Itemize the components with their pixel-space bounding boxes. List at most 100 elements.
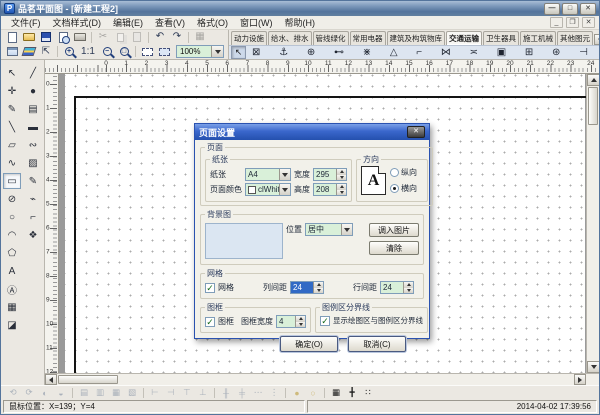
scroll-up-icon[interactable]	[587, 74, 600, 86]
elbow-symbol-icon[interactable]: ⌐	[416, 46, 422, 59]
page-color-select[interactable]: clWhit	[245, 183, 291, 196]
open-file-icon[interactable]	[21, 30, 37, 44]
pool-symbol-icon[interactable]: ⊠	[252, 46, 260, 59]
circle-slash-tool[interactable]: ⊘	[3, 191, 21, 207]
dropdown-arrow-icon[interactable]	[341, 224, 352, 235]
text-edit-tool[interactable]: Ⓐ	[3, 281, 21, 297]
frame-checkbox[interactable]: ✓	[205, 317, 215, 327]
zoom-extent-icon[interactable]: □	[116, 45, 132, 59]
hatch-tool[interactable]: ▤	[24, 101, 42, 117]
group-icon[interactable]: ▦	[109, 387, 123, 399]
pump-symbol-icon[interactable]: ⊛	[552, 46, 560, 59]
wave-line-tool[interactable]: ⌁	[24, 191, 42, 207]
curve-tool[interactable]: ∿	[3, 155, 21, 171]
tent-symbol-icon[interactable]: △	[390, 46, 398, 59]
tab-5[interactable]: 交通运输	[446, 31, 482, 45]
space-vertical-icon[interactable]: ⋮	[267, 387, 281, 399]
select-window-icon[interactable]	[139, 45, 155, 59]
reducer-symbol-icon[interactable]: ≍	[470, 46, 478, 59]
lock-icon[interactable]: ●	[290, 387, 304, 399]
menu-item-0[interactable]: 文件(F)	[5, 16, 47, 29]
save-file-icon[interactable]	[38, 30, 54, 44]
grid-table-icon[interactable]: ▦	[192, 30, 208, 44]
properties-icon[interactable]	[4, 45, 20, 59]
menu-item-3[interactable]: 查看(V)	[149, 16, 191, 29]
scroll-down-icon[interactable]	[587, 361, 600, 373]
width-stepper[interactable]: 295	[313, 168, 347, 181]
tank-symbol-icon[interactable]: ▣	[497, 46, 506, 59]
crossing-symbol-icon[interactable]: ⋈	[441, 46, 451, 59]
mdi-close-button[interactable]: ✕	[582, 17, 595, 28]
tab-4[interactable]: 建筑及构筑物库	[387, 31, 446, 45]
frame-width-stepper[interactable]: 4	[276, 315, 306, 328]
dialog-close-icon[interactable]: ✕	[407, 126, 425, 138]
space-horizontal-icon[interactable]: ⋯	[251, 387, 265, 399]
check-valve-symbol-icon[interactable]: ⋇	[363, 46, 371, 59]
ungroup-icon[interactable]: ▧	[125, 387, 139, 399]
center-horizontal-icon[interactable]: ╫	[219, 387, 233, 399]
measure-tool[interactable]: ╱	[24, 65, 42, 81]
undo-icon[interactable]: ↶	[152, 30, 168, 44]
rotate-left-icon[interactable]: ⟲	[6, 387, 20, 399]
step-line-tool[interactable]: ⌐	[24, 209, 42, 225]
show-grid-icon[interactable]: ╋	[345, 387, 359, 399]
select-tool[interactable]: ↖	[3, 65, 21, 81]
align-left-icon[interactable]: ⊢	[148, 387, 162, 399]
show-divider-checkbox[interactable]: ✓	[320, 316, 330, 326]
flip-vertical-icon[interactable]: ◒	[54, 387, 68, 399]
tab-6[interactable]: 卫生器具	[483, 31, 519, 45]
bring-to-front-icon[interactable]: ▤	[77, 387, 91, 399]
portrait-radio-row[interactable]: 纵向	[390, 167, 417, 178]
mdi-restore-button[interactable]: ❐	[566, 17, 579, 28]
dialog-title-bar[interactable]: 页面设置 ✕	[195, 124, 429, 140]
horizontal-scroll-thumb[interactable]	[58, 375, 118, 384]
print-icon[interactable]	[72, 30, 88, 44]
radio-landscape[interactable]	[390, 184, 399, 193]
center-vertical-icon[interactable]: ╪	[235, 387, 249, 399]
ok-button[interactable]: 确定(O)	[280, 336, 338, 352]
tab-3[interactable]: 常用电器	[350, 31, 386, 45]
scroll-right-icon[interactable]	[574, 374, 586, 385]
pointer-tool-button[interactable]: ↖	[231, 46, 246, 59]
fill-stamp-tool[interactable]: ◪	[3, 317, 21, 333]
layers-icon[interactable]	[21, 45, 37, 59]
point-tool[interactable]: ●	[24, 83, 42, 99]
hydrant-symbol-icon[interactable]: ⊞	[525, 46, 533, 59]
dropdown-arrow-icon[interactable]	[279, 169, 290, 180]
clear-image-button[interactable]: 清除	[369, 241, 419, 255]
zigzag-tool[interactable]: ∾	[24, 137, 42, 153]
snap-to-grid-icon[interactable]: ▦	[329, 387, 343, 399]
align-right-icon[interactable]: ⊣	[164, 387, 178, 399]
radio-portrait[interactable]	[390, 168, 399, 177]
polyline-tool[interactable]: ▱	[3, 137, 21, 153]
thick-line-tool[interactable]: ▬	[24, 119, 42, 135]
load-image-button[interactable]: 调入图片	[369, 223, 419, 237]
tab-scroll-left-icon[interactable]	[594, 34, 599, 45]
grid-checkbox[interactable]: ✓	[205, 283, 215, 293]
row-spacing-stepper[interactable]: 24	[380, 281, 414, 294]
export-icon[interactable]: ⇱	[38, 45, 54, 59]
print-preview-icon[interactable]	[55, 30, 71, 44]
cut-icon[interactable]: ✂	[95, 30, 111, 44]
position-select[interactable]: 居中	[305, 223, 353, 236]
menu-item-6[interactable]: 帮助(H)	[279, 16, 322, 29]
zoom-actual-icon[interactable]: 1:1	[78, 45, 98, 59]
dropdown-arrow-icon[interactable]	[211, 46, 223, 57]
cone-symbol-icon[interactable]: ⊷	[334, 46, 344, 59]
paper-select[interactable]: A4	[245, 168, 291, 181]
flip-horizontal-icon[interactable]: ◐	[38, 387, 52, 399]
menu-item-5[interactable]: 窗口(W)	[234, 16, 279, 29]
menu-item-1[interactable]: 文档样式(D)	[47, 16, 108, 29]
ellipse-tool[interactable]: ○	[3, 209, 21, 225]
zoom-out-icon[interactable]: −	[99, 45, 115, 59]
align-bottom-icon[interactable]: ⊥	[196, 387, 210, 399]
pipe-end-symbol-icon[interactable]: ⊣	[579, 46, 588, 59]
copy-icon[interactable]	[112, 30, 128, 44]
close-button[interactable]: ✕	[580, 3, 596, 15]
redo-icon[interactable]: ↷	[169, 30, 185, 44]
spin-down-icon[interactable]	[404, 288, 413, 294]
brush-tool[interactable]: ▨	[24, 155, 42, 171]
landscape-radio-row[interactable]: 横向	[390, 183, 417, 194]
scroll-left-icon[interactable]	[45, 374, 57, 385]
new-file-icon[interactable]	[4, 30, 20, 44]
